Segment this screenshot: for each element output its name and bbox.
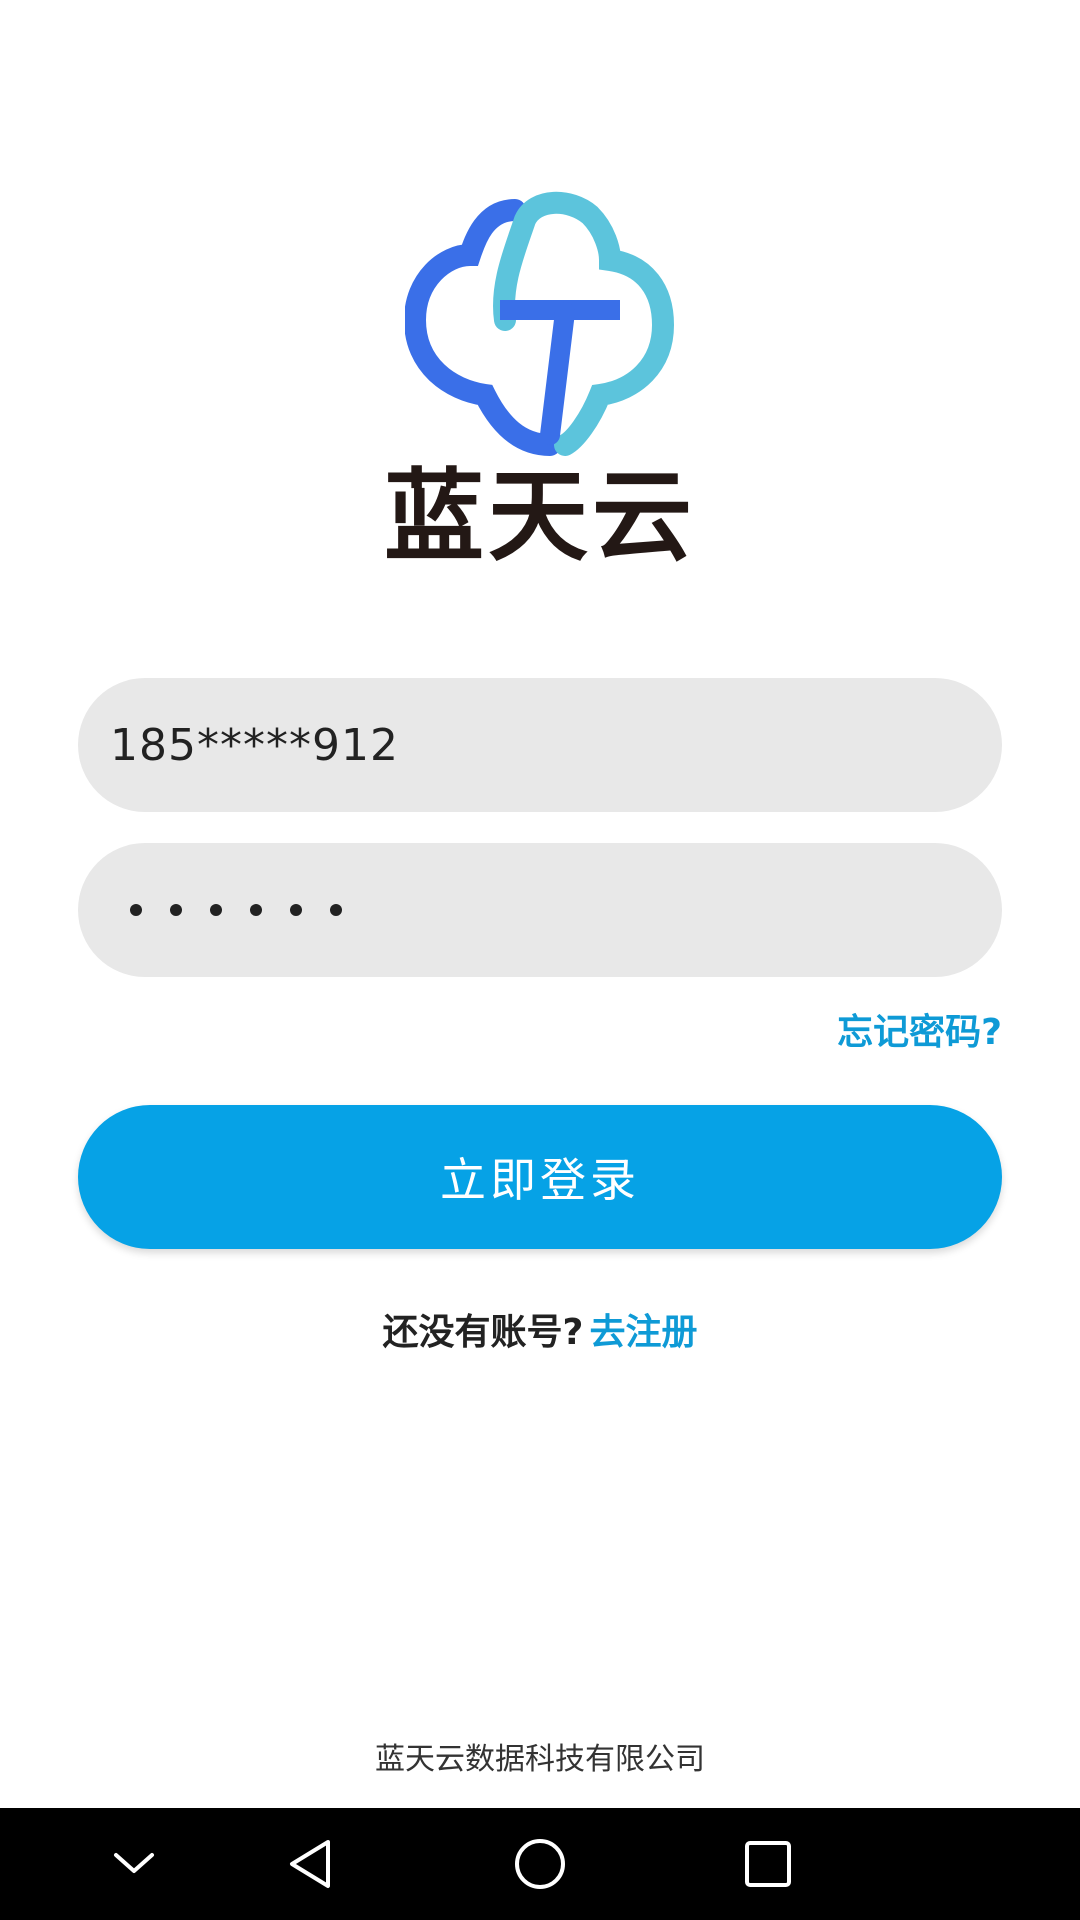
password-dot	[210, 904, 222, 916]
register-link[interactable]: 去注册	[589, 1312, 697, 1353]
system-nav-bar	[0, 1808, 1080, 1920]
brand-name: 蓝天云	[384, 458, 696, 575]
phone-field[interactable]: 185*****912	[78, 678, 1002, 812]
login-button[interactable]: 立即登录	[78, 1105, 1002, 1249]
register-prompt: 还没有账号?	[382, 1312, 584, 1353]
home-button[interactable]	[484, 1808, 596, 1920]
password-dot	[330, 904, 342, 916]
password-dot	[170, 904, 182, 916]
password-field[interactable]	[78, 843, 1002, 977]
recents-button[interactable]	[712, 1808, 824, 1920]
cloud-g-logo-icon	[405, 191, 675, 456]
company-name: 蓝天云数据科技有限公司	[375, 1742, 705, 1777]
recents-square-icon	[745, 1841, 791, 1887]
back-triangle-icon	[290, 1840, 330, 1888]
collapse-button[interactable]	[78, 1808, 190, 1920]
forgot-password-link[interactable]: 忘记密码?	[837, 1008, 1002, 1058]
register-row: 还没有账号? 去注册	[0, 1308, 1080, 1358]
back-button[interactable]	[254, 1808, 366, 1920]
password-dot	[290, 904, 302, 916]
chevron-down-icon	[114, 1853, 154, 1873]
login-screen: 蓝天云 185*****912 忘记密码? 立即登录 还没有账号? 去注册 蓝天云…	[0, 0, 1080, 1920]
password-dot	[130, 904, 142, 916]
password-dot	[250, 904, 262, 916]
login-button-label: 立即登录	[440, 1153, 640, 1207]
home-circle-icon	[515, 1839, 565, 1889]
password-mask	[110, 904, 342, 916]
phone-value: 185*****912	[110, 719, 399, 771]
